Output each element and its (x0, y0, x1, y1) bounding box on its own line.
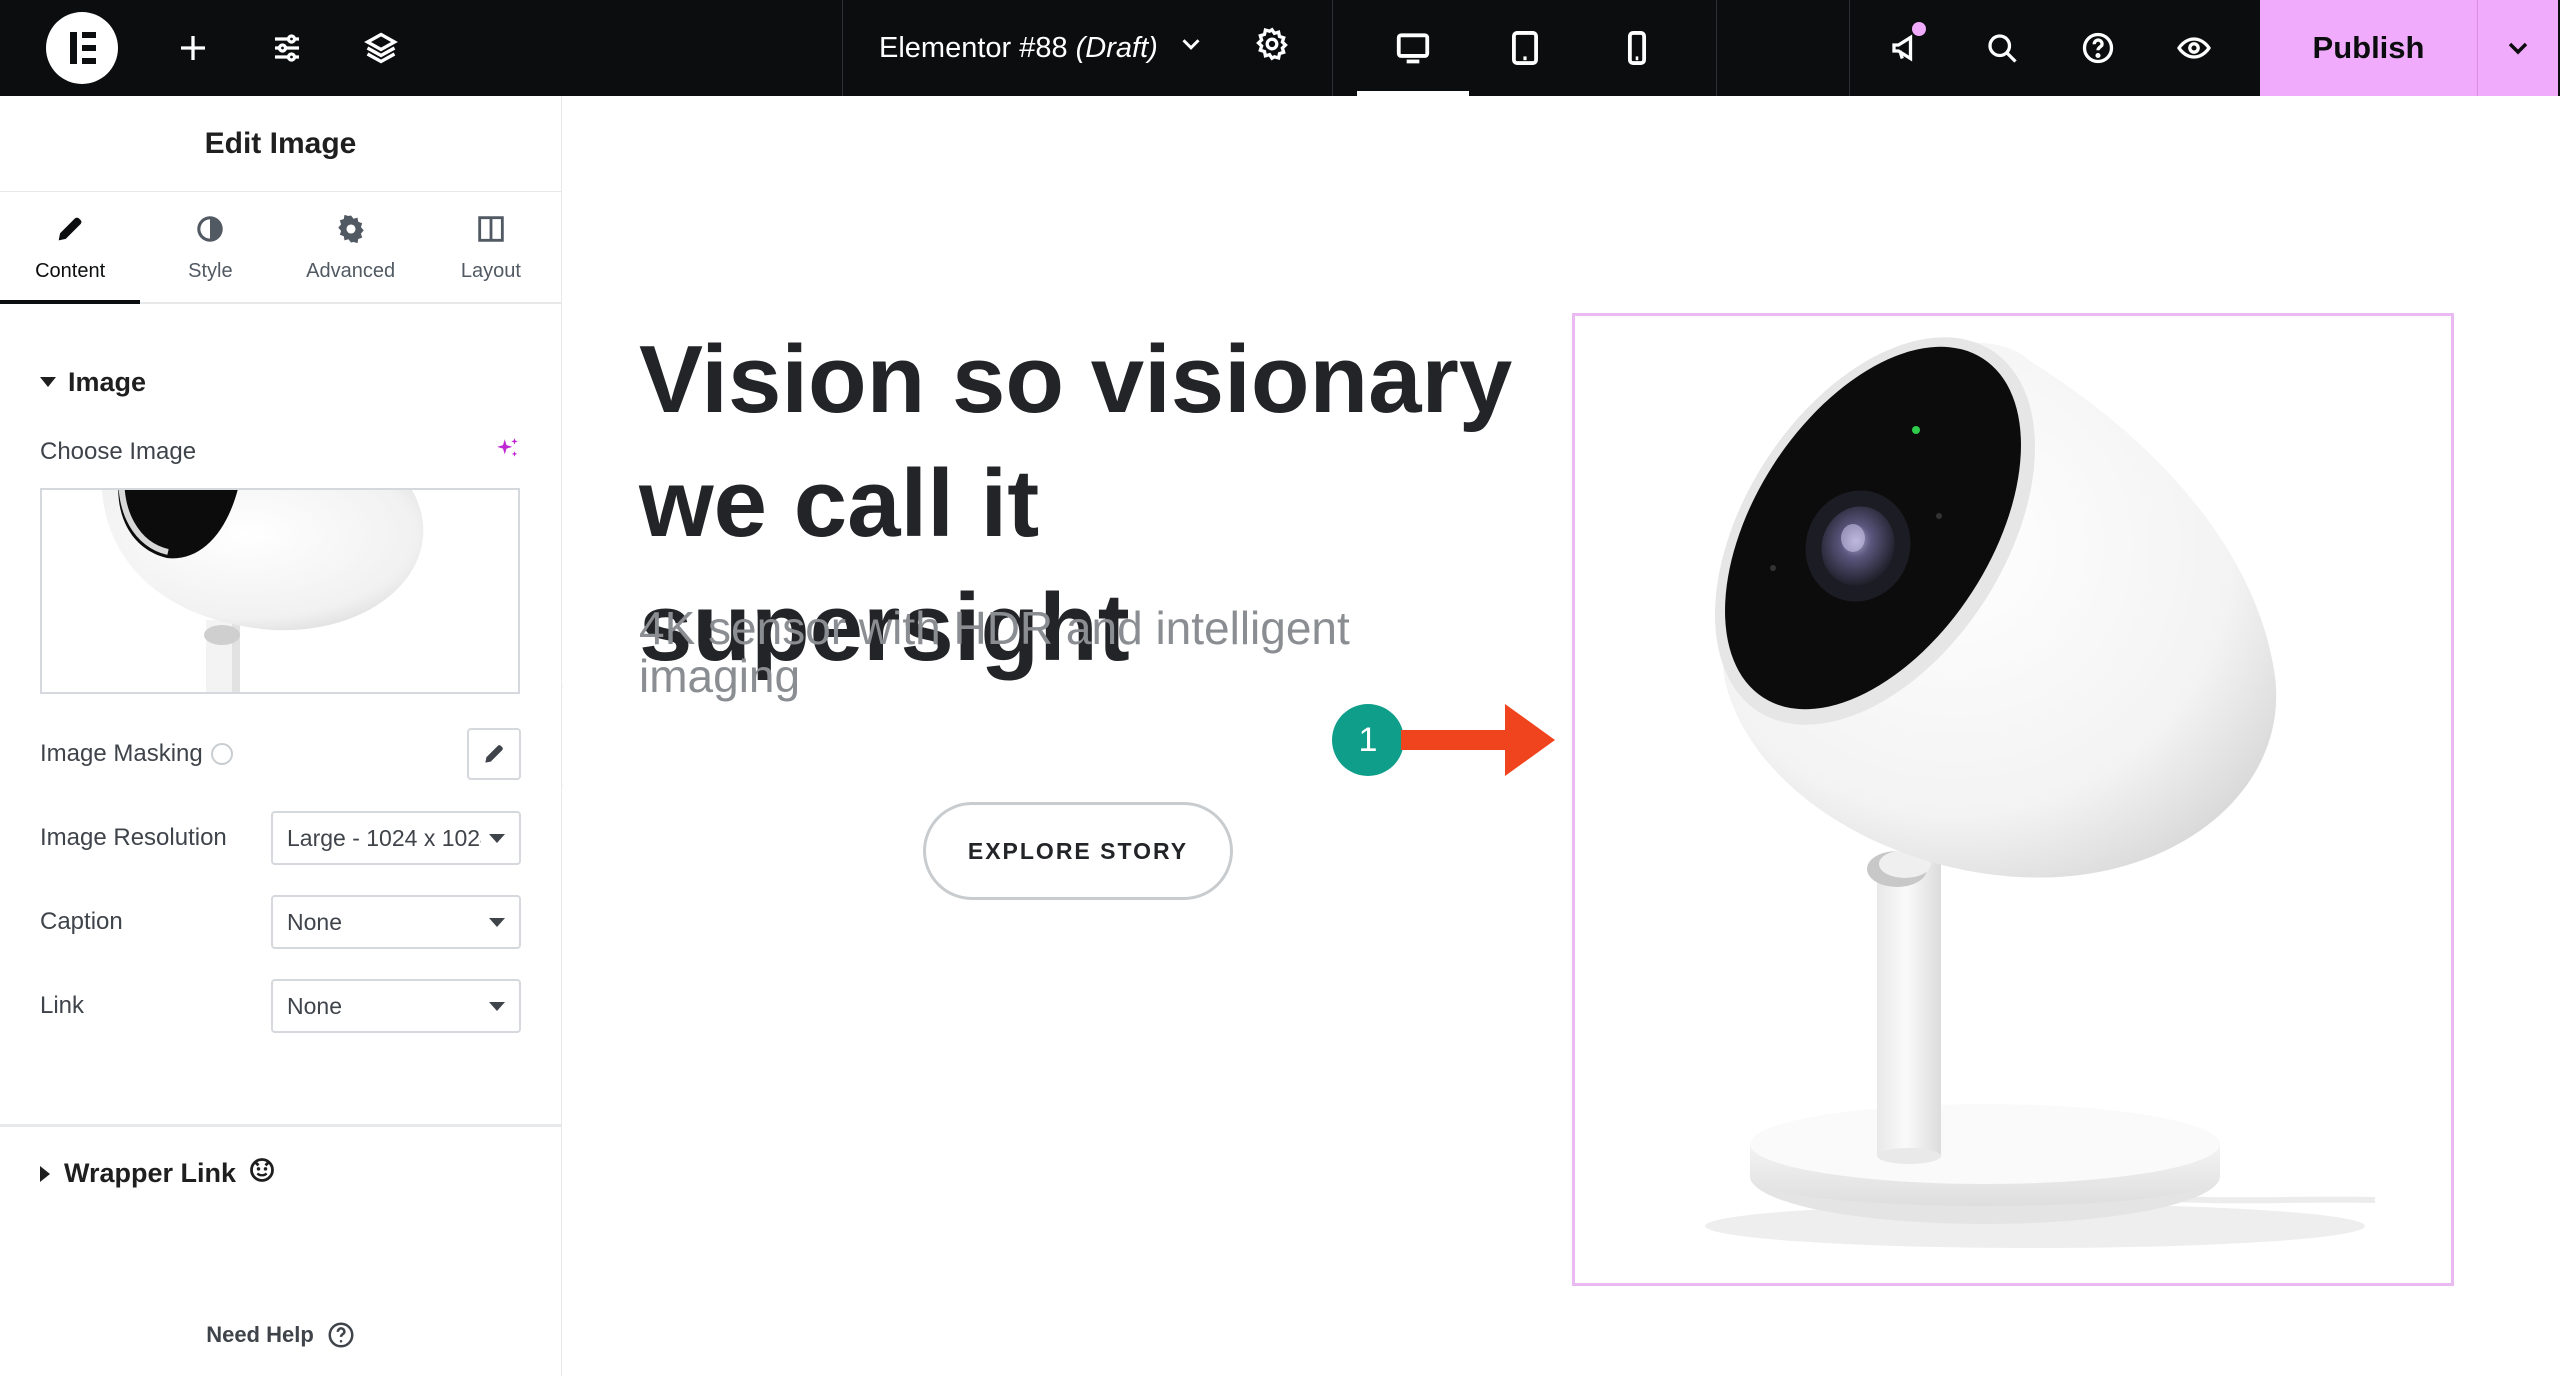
desktop-icon (1396, 33, 1430, 64)
image-masking-row: Image Masking (40, 726, 521, 782)
need-help-link[interactable]: Need Help (0, 1320, 562, 1350)
hero-heading-line-1: Vision so visionary (639, 326, 1513, 433)
explore-story-button[interactable]: EXPLORE STORY (923, 802, 1233, 900)
tab-label: Content (35, 259, 106, 282)
selected-image-widget[interactable] (1572, 313, 2454, 1286)
layers-icon (364, 32, 398, 64)
top-bar-spacer (1717, 0, 1850, 96)
device-desktop-button[interactable] (1357, 0, 1469, 96)
need-help-label: Need Help (206, 1322, 314, 1347)
document-status: (Draft) (1075, 31, 1158, 64)
tab-advanced[interactable]: Advanced (281, 192, 421, 302)
responsive-mode-switcher (1333, 0, 1717, 96)
section-title: Wrapper Link (64, 1158, 237, 1188)
step-marker: 1 (1332, 704, 1404, 776)
help-icon (2082, 32, 2114, 64)
security-camera-image (1705, 337, 2376, 1248)
image-masking-edit-button[interactable] (467, 728, 521, 780)
panel-tabs: Content Style Advanced Layout (0, 192, 561, 304)
dropdown-arrow-icon (489, 917, 505, 927)
link-select[interactable]: None (271, 979, 521, 1033)
section-title: Image (68, 366, 147, 397)
caret-right-icon (40, 1165, 50, 1182)
arrow-right-icon (1401, 704, 1555, 776)
tab-label: Style (188, 259, 233, 282)
gear-icon (1255, 27, 1288, 61)
caption-row: Caption None (40, 894, 521, 950)
caption-select[interactable]: None (271, 895, 521, 949)
device-mobile-button[interactable] (1581, 0, 1693, 96)
publish-button[interactable]: Publish (2260, 0, 2478, 96)
finder-button[interactable] (1954, 0, 2050, 96)
tablet-icon (1512, 31, 1538, 65)
pencil-icon (485, 745, 503, 763)
tab-label: Advanced (306, 259, 396, 282)
tab-content[interactable]: Content (0, 192, 141, 304)
publish-options-button[interactable] (2478, 0, 2558, 96)
ai-generate-button[interactable] (495, 436, 521, 469)
camera-thumbnail (102, 490, 424, 692)
mobile-icon (1627, 31, 1647, 65)
document-menu-button[interactable] (1176, 29, 1206, 67)
editor-panel: Edit Image Content Style Advanced Layout… (0, 96, 562, 1376)
link-row: Link None (40, 978, 521, 1034)
structure-button[interactable] (334, 0, 428, 96)
tab-label: Layout (460, 259, 521, 282)
pencil-icon (58, 217, 82, 240)
chevron-down-icon (1182, 39, 1200, 50)
image-masking-label: Image Masking (40, 740, 203, 767)
tab-layout[interactable]: Layout (421, 192, 561, 302)
search-icon (1988, 34, 2017, 63)
notification-dot (1912, 22, 1926, 36)
device-tablet-button[interactable] (1469, 0, 1581, 96)
dropdown-arrow-icon (489, 1001, 505, 1011)
elementor-logo-icon[interactable] (46, 12, 118, 84)
settings-sliders-icon (275, 34, 299, 62)
caption-label: Caption (40, 908, 123, 935)
caret-down-icon (40, 377, 56, 387)
section-divider (0, 1124, 562, 1127)
gear-icon (337, 214, 364, 243)
dropdown-arrow-icon (489, 833, 505, 843)
chevron-down-icon (2508, 42, 2528, 55)
elementor-editor: Elementor #88 (Draft) Publish Edit Image… (0, 0, 2560, 1376)
add-icon (181, 36, 205, 60)
panel-title: Edit Image (0, 96, 561, 192)
top-bar-left (0, 0, 843, 96)
caption-value: None (287, 908, 342, 935)
preview-canvas: Vision so visionary we call it supersigh… (563, 96, 2560, 1376)
half-circle-icon (197, 215, 224, 242)
top-bar-right (1850, 0, 2260, 96)
top-bar: Elementor #88 (Draft) Publish (0, 0, 2560, 96)
whats-new-button[interactable] (1858, 0, 1954, 96)
help-icon (328, 1322, 354, 1348)
page-settings-button[interactable] (1254, 26, 1290, 70)
preview-button[interactable] (2146, 0, 2242, 96)
link-value: None (287, 992, 342, 1019)
link-label: Link (40, 992, 85, 1019)
pro-feature-icon (236, 1156, 276, 1191)
site-settings-button[interactable] (240, 0, 334, 96)
image-preview[interactable] (40, 488, 520, 694)
pro-badge-icon (210, 743, 233, 765)
choose-image-row: Choose Image (40, 432, 521, 472)
section-image-toggle[interactable]: Image (0, 354, 561, 410)
tab-style[interactable]: Style (140, 192, 280, 302)
hero-subtext[interactable]: 4K sensor with HDR and intelligent imagi… (639, 604, 1439, 700)
image-resolution-label: Image Resolution (40, 824, 227, 851)
document-title-area[interactable]: Elementor #88 (Draft) (843, 0, 1333, 96)
layout-icon (478, 215, 504, 242)
image-resolution-value: Large - 1024 x 1024 (287, 824, 481, 851)
image-resolution-row: Image Resolution Large - 1024 x 1024 (40, 810, 521, 866)
image-resolution-select[interactable]: Large - 1024 x 1024 (271, 811, 521, 865)
document-name: Elementor #88 (879, 31, 1068, 64)
section-wrapper-link-toggle[interactable]: Wrapper Link (40, 1156, 276, 1191)
choose-image-label: Choose Image (40, 438, 197, 465)
help-button[interactable] (2050, 0, 2146, 96)
add-element-button[interactable] (146, 0, 240, 96)
sparkle-icon (497, 437, 518, 457)
eye-icon (2177, 37, 2211, 59)
